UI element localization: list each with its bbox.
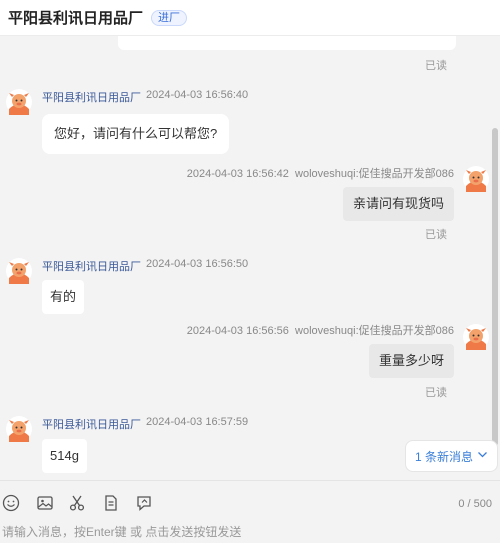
sender-name: woloveshuqi:促佳搜品开发部086	[295, 325, 454, 337]
document-icon[interactable]	[101, 493, 121, 513]
message-list[interactable]: 已读 平阳县利讯日用品厂 2024-04-03 16:56:40 您好，请问有什…	[0, 36, 500, 480]
message-time: 2024-04-03 16:56:40	[146, 89, 249, 101]
character-counter: 0 / 500	[458, 498, 492, 510]
message-bubble[interactable]: 有的	[42, 280, 85, 314]
scissors-icon[interactable]	[67, 493, 87, 513]
chat-title: 平阳县利讯日用品厂	[8, 10, 144, 27]
new-messages-button[interactable]: 1 条新消息	[405, 440, 498, 472]
chat-scrollbar[interactable]	[492, 128, 498, 446]
chat-header: 平阳县利讯日用品厂 进厂	[0, 0, 500, 36]
shop-avatar[interactable]	[6, 416, 32, 442]
message-time: 2024-04-03 16:56:56	[186, 325, 289, 337]
share-icon[interactable]	[134, 493, 154, 513]
shop-avatar[interactable]	[6, 258, 32, 284]
sender-name: woloveshuqi:促佳搜品开发部086	[295, 168, 454, 180]
shop-tag[interactable]: 进厂	[151, 9, 188, 26]
message-bubble[interactable]: 亲请问有现货吗	[342, 187, 454, 221]
message-input[interactable]: 请输入消息，按Enter键 或 点击发送按钮发送	[2, 523, 241, 540]
shop-avatar[interactable]	[6, 89, 32, 115]
message-meta: 2024-04-03 16:56:56 woloveshuqi:促佳搜品开发部0…	[160, 322, 454, 338]
sender-name: 平阳县利讯日用品厂	[42, 419, 141, 431]
read-status: 已读	[425, 387, 447, 399]
sender-name: 平阳县利讯日用品厂	[42, 92, 141, 104]
message-time: 2024-04-03 16:56:42	[186, 168, 289, 180]
message-time: 2024-04-03 16:56:50	[146, 258, 249, 270]
read-status: 已读	[425, 229, 447, 241]
message-time: 2024-04-03 16:57:59	[146, 416, 249, 428]
message-bubble[interactable]: 重量多少呀	[368, 344, 454, 378]
read-status: 已读	[425, 60, 447, 72]
previous-message-bubble	[118, 36, 456, 50]
message-meta: 2024-04-03 16:56:42 woloveshuqi:促佳搜品开发部0…	[160, 165, 454, 181]
emoji-icon[interactable]	[1, 493, 21, 513]
chevron-down-icon	[477, 449, 488, 463]
composer: 0 / 500 请输入消息，按Enter键 或 点击发送按钮发送	[0, 480, 500, 543]
sender-name: 平阳县利讯日用品厂	[42, 261, 141, 273]
message-bubble[interactable]: 您好，请问有什么可以帮您?	[42, 114, 230, 154]
user-avatar[interactable]	[463, 324, 489, 350]
message-bubble[interactable]: 514g	[42, 439, 87, 473]
user-avatar[interactable]	[463, 166, 489, 192]
image-icon[interactable]	[35, 493, 55, 513]
new-messages-label: 1 条新消息	[414, 449, 473, 464]
